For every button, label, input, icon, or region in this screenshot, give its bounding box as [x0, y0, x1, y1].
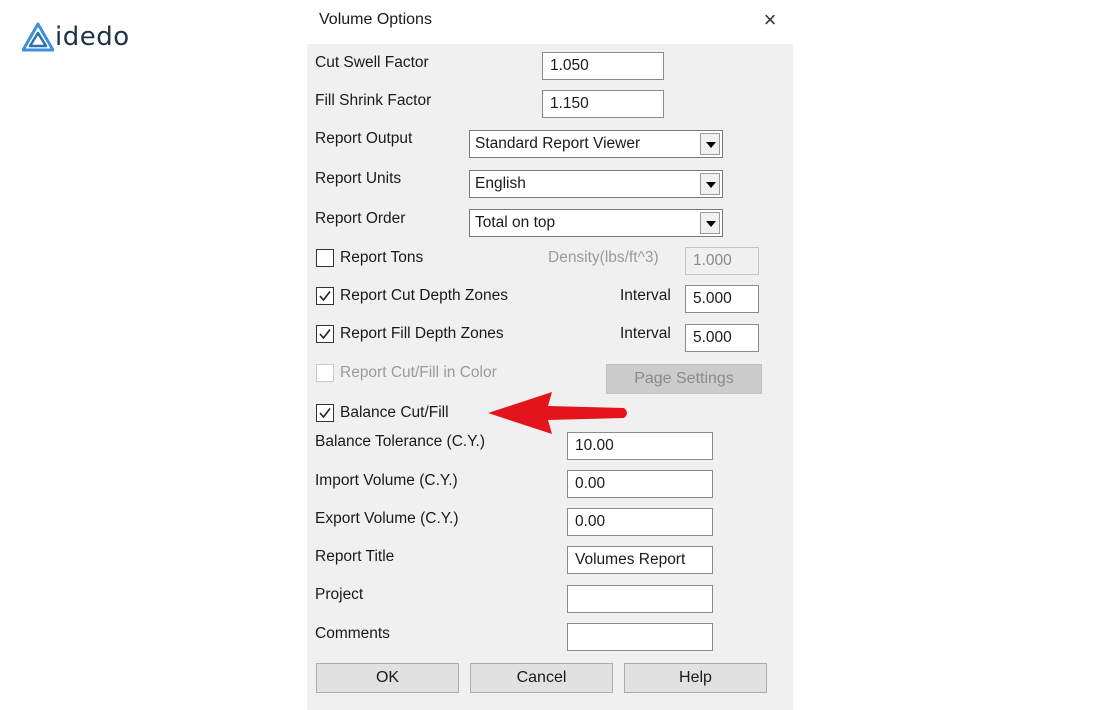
- chevron-down-icon[interactable]: [700, 173, 720, 195]
- report-cut-fill-color-checkbox: [316, 364, 334, 382]
- checkmark-icon: [319, 329, 331, 340]
- balance-tolerance-label: Balance Tolerance (C.Y.): [315, 433, 486, 450]
- report-order-label: Report Order: [315, 210, 406, 227]
- report-cut-depth-zones-label: Report Cut Depth Zones: [340, 287, 509, 304]
- comments-label: Comments: [315, 625, 390, 642]
- report-cut-fill-color-label: Report Cut/Fill in Color: [340, 364, 497, 381]
- import-volume-input[interactable]: 0.00: [567, 470, 713, 498]
- volume-options-dialog: Volume Options × Cut Swell Factor 1.050 …: [307, 0, 793, 710]
- report-output-select[interactable]: Standard Report Viewer: [469, 130, 723, 158]
- dialog-content: Cut Swell Factor 1.050 Fill Shrink Facto…: [307, 44, 793, 710]
- cut-interval-input[interactable]: 5.000: [685, 285, 759, 313]
- report-tons-label: Report Tons: [340, 249, 424, 266]
- cut-swell-factor-input[interactable]: 1.050: [542, 52, 664, 80]
- report-fill-depth-zones-checkbox[interactable]: [316, 325, 334, 343]
- report-output-label: Report Output: [315, 130, 413, 147]
- dialog-title: Volume Options: [319, 11, 432, 28]
- cut-swell-factor-label: Cut Swell Factor: [315, 54, 429, 71]
- ok-button[interactable]: OK: [316, 663, 459, 693]
- report-tons-checkbox[interactable]: [316, 249, 334, 267]
- report-cut-depth-zones-checkbox[interactable]: [316, 287, 334, 305]
- annotation-arrow-shape: [488, 392, 627, 434]
- fill-interval-label: Interval: [620, 325, 671, 342]
- help-button[interactable]: Help: [624, 663, 767, 693]
- report-order-select[interactable]: Total on top: [469, 209, 723, 237]
- logo-text: idedo: [55, 22, 130, 52]
- fill-shrink-factor-label: Fill Shrink Factor: [315, 92, 432, 109]
- cut-interval-label: Interval: [620, 287, 671, 304]
- density-label: Density(lbs/ft^3): [548, 249, 659, 266]
- project-input[interactable]: [567, 585, 713, 613]
- close-icon[interactable]: ×: [757, 6, 783, 34]
- balance-cut-fill-label: Balance Cut/Fill: [340, 404, 449, 421]
- fill-shrink-factor-input[interactable]: 1.150: [542, 90, 664, 118]
- density-input: 1.000: [685, 247, 759, 275]
- export-volume-input[interactable]: 0.00: [567, 508, 713, 536]
- red-arrow-icon: [488, 392, 627, 434]
- cancel-button[interactable]: Cancel: [470, 663, 613, 693]
- report-units-value: English: [475, 175, 526, 192]
- report-units-select[interactable]: English: [469, 170, 723, 198]
- balance-cut-fill-checkbox[interactable]: [316, 404, 334, 422]
- checkmark-icon: [319, 408, 331, 419]
- project-label: Project: [315, 586, 364, 603]
- export-volume-label: Export Volume (C.Y.): [315, 510, 459, 527]
- report-title-label: Report Title: [315, 548, 395, 565]
- report-title-input[interactable]: Volumes Report: [567, 546, 713, 574]
- fill-interval-input[interactable]: 5.000: [685, 324, 759, 352]
- chevron-down-icon[interactable]: [700, 212, 720, 234]
- report-order-value: Total on top: [475, 214, 556, 231]
- dialog-titlebar: Volume Options ×: [307, 0, 793, 44]
- aidedo-logo: idedo: [22, 20, 130, 54]
- comments-input[interactable]: [567, 623, 713, 651]
- chevron-down-icon[interactable]: [700, 133, 720, 155]
- report-output-value: Standard Report Viewer: [475, 135, 641, 152]
- a-logo-icon: [22, 22, 54, 52]
- checkmark-icon: [319, 291, 331, 302]
- import-volume-label: Import Volume (C.Y.): [315, 472, 458, 489]
- report-fill-depth-zones-label: Report Fill Depth Zones: [340, 325, 504, 342]
- report-units-label: Report Units: [315, 170, 402, 187]
